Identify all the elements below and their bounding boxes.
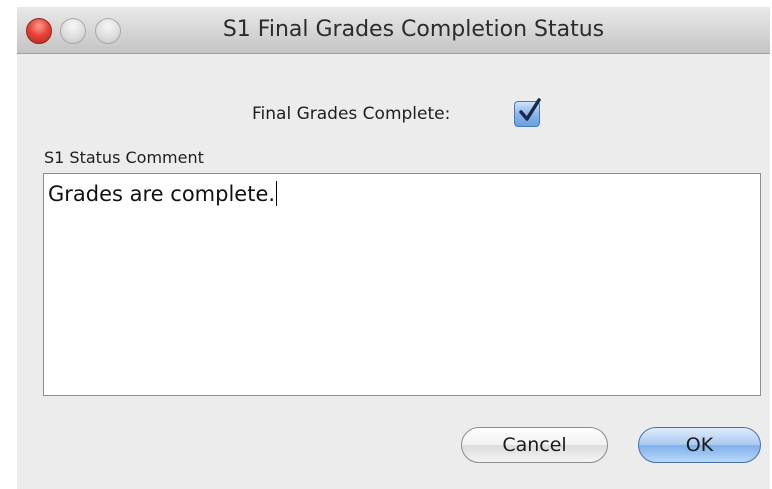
title-bar[interactable]: S1 Final Grades Completion Status	[17, 7, 770, 54]
dialog-window: S1 Final Grades Completion Status Final …	[17, 7, 770, 489]
final-grades-complete-row: Final Grades Complete:	[17, 98, 770, 130]
ok-button[interactable]: OK	[638, 427, 761, 463]
text-caret	[276, 181, 278, 206]
window-title: S1 Final Grades Completion Status	[222, 17, 605, 42]
cancel-button[interactable]: Cancel	[461, 427, 608, 463]
status-comment-text: Grades are complete.	[48, 182, 276, 206]
status-comment-label: S1 Status Comment	[44, 148, 204, 167]
final-grades-complete-checkbox[interactable]	[514, 98, 541, 127]
checkmark-icon	[519, 98, 541, 121]
final-grades-complete-label: Final Grades Complete:	[252, 104, 451, 124]
status-comment-textarea[interactable]: Grades are complete.	[43, 173, 761, 396]
